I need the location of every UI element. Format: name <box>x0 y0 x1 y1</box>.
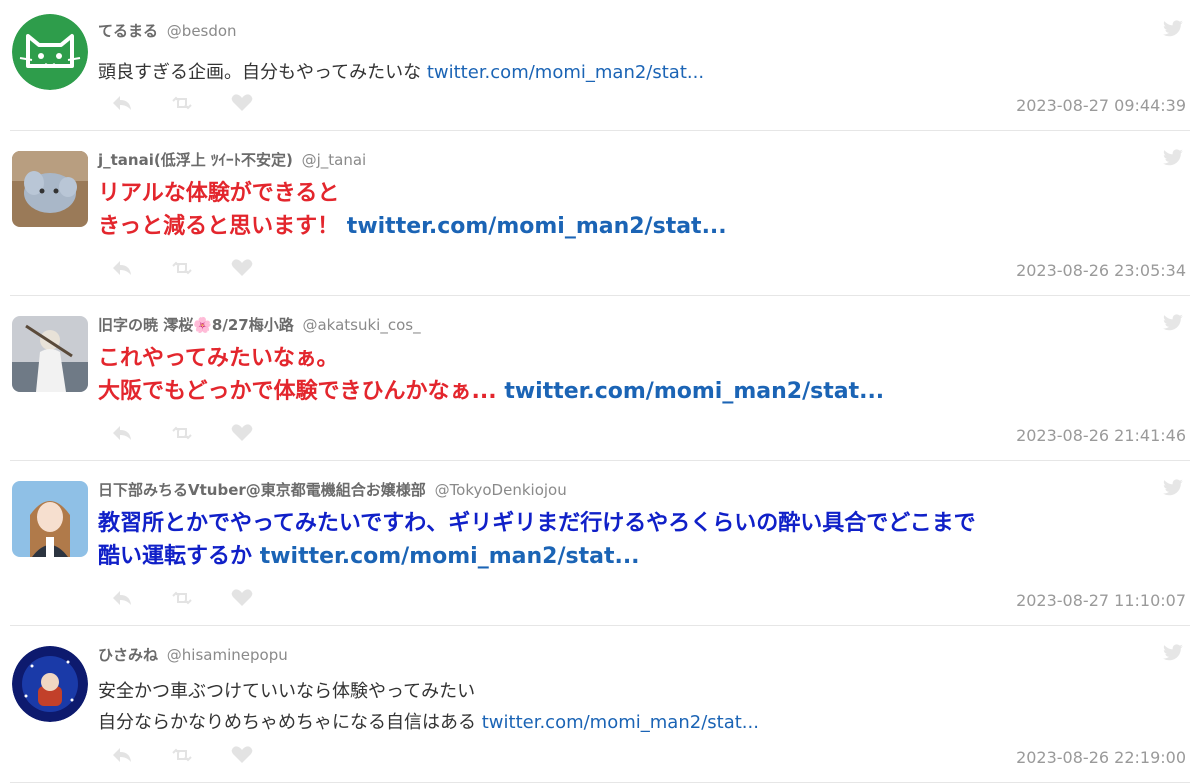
tweet-text: 安全かつ車ぶつけていいなら体験やってみたい 自分ならかなりめちゃめちゃになる自信… <box>98 676 759 738</box>
tweet-timestamp[interactable]: 2023-08-26 22:19:00 <box>1016 748 1186 767</box>
heart-icon[interactable] <box>230 588 254 608</box>
tweet-text: 頭良すぎる企画。自分もやってみたいな twitter.com/momi_man2… <box>98 57 704 88</box>
tweet-text-content: 酷い運転するか <box>98 544 253 569</box>
reply-icon[interactable] <box>110 258 134 278</box>
tweet-author: 旧字の暁 澪桜🌸8/27梅小路 @akatsuki_cos_ <box>98 314 421 335</box>
retweet-icon[interactable] <box>170 258 194 278</box>
author-name[interactable]: 日下部みちるVtuber@東京都電機組合お嬢様部 <box>98 481 426 499</box>
tweet-text-line: 頭良すぎる企画。自分もやってみたいな twitter.com/momi_man2… <box>98 57 704 88</box>
tweet-actions <box>110 744 254 766</box>
heart-icon[interactable] <box>230 93 254 113</box>
tweet-link[interactable]: twitter.com/momi_man2/stat... <box>504 379 884 404</box>
tweet-author: 日下部みちるVtuber@東京都電機組合お嬢様部 @TokyoDenkiojou <box>98 479 567 500</box>
twitter-bird-icon[interactable] <box>1162 149 1184 167</box>
avatar[interactable] <box>12 151 88 227</box>
heart-icon[interactable] <box>230 745 254 765</box>
tweet-actions <box>110 422 254 444</box>
retweet-icon[interactable] <box>170 423 194 443</box>
avatar[interactable] <box>12 14 88 90</box>
tweet-card: ひさみね @hisaminepopu 安全かつ車ぶつけていいなら体験やってみたい… <box>10 626 1190 783</box>
tweet-feed: てるまる @besdon 頭良すぎる企画。自分もやってみたいな twitter.… <box>0 0 1200 783</box>
tweet-text-line: 教習所とかでやってみたいですわ、ギリギリまだ行けるやろくらいの酔い具合でどこまで <box>98 511 976 536</box>
author-handle[interactable]: @hisaminepopu <box>167 646 288 664</box>
avatar[interactable] <box>12 481 88 557</box>
retweet-icon[interactable] <box>170 93 194 113</box>
tweet-text: 教習所とかでやってみたいですわ、ギリギリまだ行けるやろくらいの酔い具合でどこまで… <box>98 507 976 573</box>
tweet-actions <box>110 257 254 279</box>
tweet-actions <box>110 92 254 114</box>
tweet-text-content: 自分ならかなりめちゃめちゃになる自信はある <box>98 712 476 733</box>
reply-icon[interactable] <box>110 423 134 443</box>
starry-character-icon <box>12 646 88 722</box>
tweet-text-content: きっと減ると思います！ <box>98 214 340 239</box>
tweet-timestamp[interactable]: 2023-08-26 23:05:34 <box>1016 261 1186 280</box>
tweet-link[interactable]: twitter.com/momi_man2/stat... <box>347 214 727 239</box>
tweet-link[interactable]: twitter.com/momi_man2/stat... <box>427 62 704 83</box>
reply-icon[interactable] <box>110 588 134 608</box>
tweet-text-line: これやってみたいなぁ。 <box>98 346 339 371</box>
twitter-bird-icon[interactable] <box>1162 479 1184 497</box>
reply-icon[interactable] <box>110 93 134 113</box>
author-name[interactable]: j_tanai(低浮上 ﾂｲｰﾄ不安定) <box>98 151 293 169</box>
author-handle[interactable]: @akatsuki_cos_ <box>302 316 420 334</box>
author-handle[interactable]: @TokyoDenkiojou <box>435 481 567 499</box>
tweet-text-line: 大阪でもどっかで体験できひんかなぁ... twitter.com/momi_ma… <box>98 375 884 408</box>
tweet-timestamp[interactable]: 2023-08-27 09:44:39 <box>1016 96 1186 115</box>
tweet-text-line: きっと減ると思います！ twitter.com/momi_man2/stat..… <box>98 210 727 243</box>
tweet-text-content: 頭良すぎる企画。自分もやってみたいな <box>98 62 422 83</box>
tweet-author: j_tanai(低浮上 ﾂｲｰﾄ不安定) @j_tanai <box>98 149 366 170</box>
reply-icon[interactable] <box>110 745 134 765</box>
twitter-bird-icon[interactable] <box>1162 644 1184 662</box>
tweet-text-content: 大阪でもどっかで体験できひんかなぁ... <box>98 379 497 404</box>
tweet-timestamp[interactable]: 2023-08-26 21:41:46 <box>1016 426 1186 445</box>
tweet-text-line: 安全かつ車ぶつけていいなら体験やってみたい <box>98 681 476 702</box>
tweet-timestamp[interactable]: 2023-08-27 11:10:07 <box>1016 591 1186 610</box>
author-handle[interactable]: @j_tanai <box>302 151 367 169</box>
tweet-card: j_tanai(低浮上 ﾂｲｰﾄ不安定) @j_tanai リアルな体験ができる… <box>10 131 1190 296</box>
plush-toy-icon <box>12 151 88 227</box>
heart-icon[interactable] <box>230 258 254 278</box>
tweet-link[interactable]: twitter.com/momi_man2/stat... <box>260 544 640 569</box>
tweet-author: ひさみね @hisaminepopu <box>98 644 288 665</box>
retweet-icon[interactable] <box>170 745 194 765</box>
tweet-actions <box>110 587 254 609</box>
heart-icon[interactable] <box>230 423 254 443</box>
cat-icon <box>12 14 88 90</box>
retweet-icon[interactable] <box>170 588 194 608</box>
tweet-card: てるまる @besdon 頭良すぎる企画。自分もやってみたいな twitter.… <box>10 0 1190 131</box>
tweet-card: 日下部みちるVtuber@東京都電機組合お嬢様部 @TokyoDenkiojou… <box>10 461 1190 626</box>
tweet-link[interactable]: twitter.com/momi_man2/stat... <box>482 712 759 733</box>
author-handle[interactable]: @besdon <box>167 22 237 40</box>
tweet-text: これやってみたいなぁ。 大阪でもどっかで体験できひんかなぁ... twitter… <box>98 342 884 408</box>
tweet-card: 旧字の暁 澪桜🌸8/27梅小路 @akatsuki_cos_ これやってみたいな… <box>10 296 1190 461</box>
author-name[interactable]: ひさみね <box>98 646 158 664</box>
avatar[interactable] <box>12 316 88 392</box>
avatar[interactable] <box>12 646 88 722</box>
cosplay-photo-icon <box>12 316 88 392</box>
vtuber-girl-icon <box>12 481 88 557</box>
tweet-text-line: 自分ならかなりめちゃめちゃになる自信はある twitter.com/momi_m… <box>98 707 759 738</box>
twitter-bird-icon[interactable] <box>1162 20 1184 38</box>
author-name[interactable]: 旧字の暁 澪桜🌸8/27梅小路 <box>98 316 294 334</box>
tweet-text: リアルな体験ができると きっと減ると思います！ twitter.com/momi… <box>98 177 727 243</box>
twitter-bird-icon[interactable] <box>1162 314 1184 332</box>
tweet-text-line: 酷い運転するか twitter.com/momi_man2/stat... <box>98 540 976 573</box>
tweet-text-line: リアルな体験ができると <box>98 181 340 206</box>
author-name[interactable]: てるまる <box>98 22 158 40</box>
tweet-author: てるまる @besdon <box>98 20 237 41</box>
